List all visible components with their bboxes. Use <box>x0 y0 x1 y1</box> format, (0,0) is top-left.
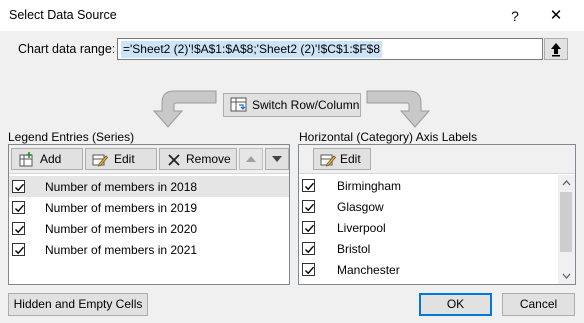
move-down-button[interactable] <box>265 148 289 170</box>
legend-entries-panel: Add Edit Remove Number of members in 201… <box>8 144 290 285</box>
axis-labels-title: Horizontal (Category) Axis Labels <box>299 130 478 144</box>
edit-icon <box>320 154 336 167</box>
checkmark-icon <box>305 266 315 275</box>
hidden-and-empty-cells-button[interactable]: Hidden and Empty Cells <box>8 293 148 316</box>
axis-label-text: Glasgow <box>337 200 384 214</box>
collapse-arrow-icon <box>551 43 561 57</box>
legend-entry-checkbox[interactable] <box>12 243 25 256</box>
remove-series-button[interactable]: Remove <box>159 148 237 170</box>
axis-label-row[interactable]: Glasgow <box>299 196 558 217</box>
switch-row-column-icon <box>230 97 247 112</box>
axis-label-row[interactable]: Liverpool <box>299 217 558 238</box>
axis-label-checkbox[interactable] <box>302 242 315 255</box>
checkmark-icon <box>305 182 315 191</box>
checkmark-icon <box>15 246 25 255</box>
edit-axis-labels-button[interactable]: Edit <box>313 148 371 170</box>
chart-data-range-input[interactable]: ='Sheet2 (2)'!$A$1:$A$8;'Sheet2 (2)'!$C$… <box>117 38 543 60</box>
legend-entry-row[interactable]: Number of members in 2021 <box>9 239 289 260</box>
axis-toolbar: Edit <box>299 145 575 174</box>
chart-data-range-value: ='Sheet2 (2)'!$A$1:$A$8;'Sheet2 (2)'!$C$… <box>121 41 382 58</box>
axis-label-text: Bristol <box>337 242 371 256</box>
legend-entry-label: Number of members in 2019 <box>45 201 198 215</box>
edit-icon <box>92 154 108 167</box>
edit-series-label: Edit <box>114 152 135 166</box>
legend-entry-checkbox[interactable] <box>12 201 25 214</box>
add-series-button[interactable]: Add <box>11 148 83 170</box>
axis-label-row[interactable]: Manchester <box>299 259 558 280</box>
checkmark-icon <box>305 203 315 212</box>
axis-labels-panel: Edit Birmingham Glasgow Liverpool Bristol Ma… <box>298 144 576 285</box>
edit-series-button[interactable]: Edit <box>85 148 157 170</box>
axis-label-text: Liverpool <box>337 221 386 235</box>
dialog-title: Select Data Source <box>9 8 117 22</box>
axis-label-checkbox[interactable] <box>302 263 315 276</box>
scroll-up-icon[interactable] <box>558 175 575 192</box>
arrow-down-icon <box>272 156 282 162</box>
remove-x-icon <box>168 154 180 166</box>
axis-labels-scrollbar[interactable] <box>558 175 575 284</box>
legend-entry-label: Number of members in 2021 <box>45 243 198 257</box>
add-icon <box>19 152 33 167</box>
checkmark-icon <box>15 183 25 192</box>
axis-label-checkbox[interactable] <box>302 200 315 213</box>
legend-entry-row[interactable]: Number of members in 2020 <box>9 218 289 239</box>
legend-entries-title: Legend Entries (Series) <box>8 130 135 144</box>
legend-entry-row[interactable]: Number of members in 2019 <box>9 197 289 218</box>
axis-label-row[interactable]: Bristol <box>299 238 558 259</box>
checkmark-icon <box>305 224 315 233</box>
legend-entry-label: Number of members in 2018 <box>45 180 198 194</box>
scrollbar-thumb[interactable] <box>560 192 572 252</box>
axis-label-checkbox[interactable] <box>302 221 315 234</box>
switch-row-column-label: Switch Row/Column <box>252 98 360 112</box>
axis-label-row[interactable]: Birmingham <box>299 175 558 196</box>
legend-entry-checkbox[interactable] <box>12 222 25 235</box>
axis-label-checkbox[interactable] <box>302 179 315 192</box>
switch-row-column-button[interactable]: Switch Row/Column <box>223 93 361 117</box>
move-up-button[interactable] <box>239 148 263 170</box>
chart-data-range-label: Chart data range: <box>18 42 116 56</box>
cancel-button[interactable]: Cancel <box>502 293 575 316</box>
axis-label-text: Manchester <box>337 263 400 277</box>
remove-series-label: Remove <box>186 152 231 166</box>
collapse-dialog-button[interactable] <box>544 38 568 60</box>
legend-entry-row[interactable]: Number of members in 2018 <box>9 176 289 197</box>
legend-entry-checkbox[interactable] <box>12 180 25 193</box>
close-button[interactable]: ✕ <box>542 3 570 29</box>
add-series-label: Add <box>40 152 62 166</box>
edit-axis-labels-label: Edit <box>340 152 361 166</box>
ok-button[interactable]: OK <box>419 293 492 316</box>
right-curved-arrow-icon <box>366 90 431 128</box>
checkmark-icon <box>15 225 25 234</box>
legend-entries-list: Number of members in 2018 Number of membe… <box>9 175 289 284</box>
help-button[interactable]: ? <box>503 4 527 28</box>
scroll-down-icon[interactable] <box>558 267 575 284</box>
legend-toolbar: Add Edit Remove <box>9 145 289 174</box>
checkmark-icon <box>305 245 315 254</box>
arrow-up-icon <box>246 156 256 162</box>
left-curved-arrow-icon <box>152 90 217 128</box>
legend-entry-label: Number of members in 2020 <box>45 222 198 236</box>
axis-label-text: Birmingham <box>337 179 402 193</box>
axis-labels-list: Birmingham Glasgow Liverpool Bristol Manches… <box>299 175 558 284</box>
checkmark-icon <box>15 204 25 213</box>
